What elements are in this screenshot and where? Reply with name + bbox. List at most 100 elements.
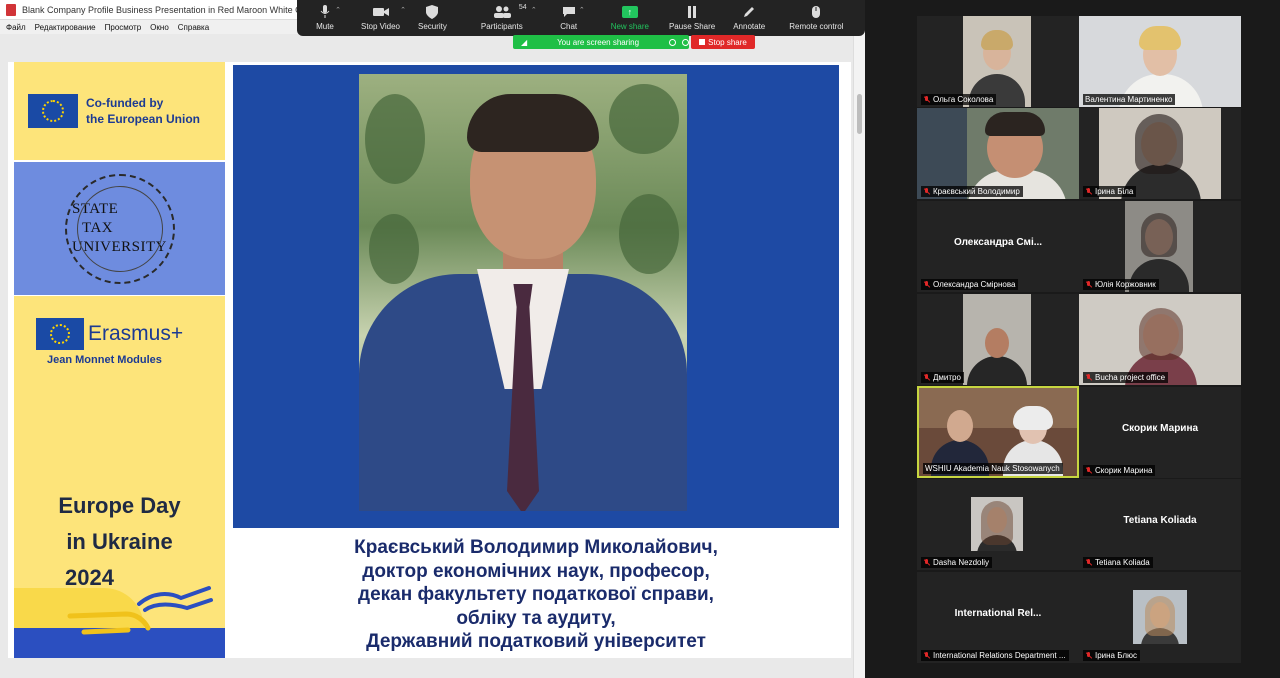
participant-name: Ольга Соколова bbox=[921, 94, 997, 105]
participant-name: Краєвський Володимир bbox=[921, 186, 1023, 197]
chat-bubble-icon bbox=[559, 4, 579, 20]
participant-name: Ірина Блюс bbox=[1083, 650, 1141, 661]
participant-video bbox=[1133, 590, 1187, 644]
pdf-doc-icon bbox=[6, 3, 16, 16]
mic-off-icon bbox=[1085, 651, 1092, 660]
participant-video bbox=[971, 497, 1023, 551]
pause-share-button[interactable]: Pause Share bbox=[669, 4, 715, 31]
mic-off-icon bbox=[1085, 280, 1092, 289]
mic-off-icon bbox=[1085, 373, 1092, 382]
university-block: STATE TAX UNIVERSITY bbox=[14, 162, 225, 295]
participant-tile[interactable]: Дмитро bbox=[917, 294, 1079, 385]
participant-tile[interactable]: Ірина Блюс bbox=[1079, 572, 1241, 663]
university-seal-logo: STATE TAX UNIVERSITY bbox=[64, 173, 175, 284]
menu-window[interactable]: Окно bbox=[150, 23, 169, 32]
cofund-text: Co-funded by the European Union bbox=[86, 96, 200, 126]
app-menubar: Файл Редактирование Просмотр Окно Справк… bbox=[0, 20, 300, 34]
participant-tile[interactable]: Bucha project office bbox=[1079, 294, 1241, 385]
eu-cofund-block: Co-funded by the European Union bbox=[14, 62, 225, 160]
participant-tile[interactable]: Dasha Nezdoliy bbox=[917, 479, 1079, 570]
participant-name: Скорик Марина bbox=[1083, 465, 1156, 476]
pause-circle-icon[interactable] bbox=[669, 38, 676, 46]
eu-flag-icon bbox=[36, 318, 84, 350]
participants-icon bbox=[492, 4, 512, 20]
video-camera-icon bbox=[371, 4, 391, 20]
menu-view[interactable]: Просмотр bbox=[105, 23, 142, 32]
participant-gallery: Ольга Соколова Валентина Мартиненко Крає… bbox=[865, 0, 1280, 678]
participant-name: Tetiana Koliada bbox=[1083, 557, 1153, 568]
microphone-icon bbox=[315, 4, 335, 20]
participant-name: Bucha project office bbox=[1083, 372, 1169, 383]
stop-share-button[interactable]: Stop share bbox=[691, 35, 755, 49]
participant-center-name: Скорик Марина bbox=[1121, 423, 1199, 434]
participant-name: Юлія Коржовник bbox=[1083, 279, 1159, 290]
mute-button[interactable]: Mute ⌃ bbox=[315, 4, 341, 31]
participants-button[interactable]: Participants 54 ⌃ bbox=[481, 4, 537, 31]
speaker-photo-panel bbox=[233, 65, 839, 528]
erasmus-label: Erasmus+ bbox=[88, 322, 184, 345]
participant-tile[interactable]: Ірина Біла bbox=[1079, 108, 1241, 199]
participant-tile[interactable]: International Rel... International Relat… bbox=[917, 572, 1079, 663]
scrollbar-thumb[interactable] bbox=[857, 94, 862, 134]
mic-off-icon bbox=[923, 95, 930, 104]
mouse-icon bbox=[806, 4, 826, 20]
mic-off-icon bbox=[923, 651, 930, 660]
erasmus-block: Erasmus+ Jean Monnet Modules bbox=[14, 296, 225, 488]
yellow-hand-icon bbox=[67, 611, 151, 635]
annotate-button[interactable]: Annotate bbox=[733, 4, 765, 31]
participant-name: Валентина Мартиненко bbox=[1083, 94, 1176, 105]
mic-off-icon bbox=[923, 558, 930, 567]
screen-sharing-banner: ◢ You are screen sharing bbox=[513, 35, 689, 49]
chevron-up-icon[interactable]: ⌃ bbox=[400, 6, 406, 14]
menu-file[interactable]: Файл bbox=[6, 23, 26, 32]
remote-control-button[interactable]: Remote control bbox=[789, 4, 844, 31]
menu-help[interactable]: Справка bbox=[178, 23, 209, 32]
pause-icon bbox=[682, 4, 702, 20]
meeting-toolbar: Mute ⌃ Stop Video ⌃ Security Participant… bbox=[297, 0, 865, 36]
europe-day-block: Europe Day in Ukraine 2024 bbox=[14, 488, 225, 658]
participant-tile[interactable]: Скорик Марина Скорик Марина bbox=[1079, 387, 1241, 478]
participant-center-name: Tetiana Koliada bbox=[1123, 515, 1197, 526]
pencil-icon bbox=[739, 4, 759, 20]
new-share-button[interactable]: ↑ New share bbox=[611, 4, 649, 31]
participant-tile[interactable]: Юлія Коржовник bbox=[1079, 201, 1241, 292]
participant-name: Ірина Біла bbox=[1083, 186, 1137, 197]
mic-off-icon bbox=[923, 373, 930, 382]
chevron-up-icon[interactable]: ⌃ bbox=[531, 6, 537, 14]
participant-tile[interactable]: Краєвський Володимир bbox=[917, 108, 1079, 199]
stop-video-button[interactable]: Stop Video ⌃ bbox=[361, 4, 406, 31]
participant-video bbox=[963, 294, 1031, 385]
security-button[interactable]: Security bbox=[418, 4, 447, 31]
participant-tile-active[interactable]: WSHIU Akademia Nauk Stosowanych bbox=[917, 386, 1079, 478]
wifi-icon: ◢ bbox=[521, 37, 528, 47]
participant-name: Дмитро bbox=[921, 372, 964, 383]
participant-center-name: International Rel... bbox=[954, 608, 1042, 619]
mic-off-icon bbox=[1085, 558, 1092, 567]
participant-tile[interactable]: Валентина Мартиненко bbox=[1079, 16, 1241, 107]
participant-tile[interactable]: Олександра Смі... Олександра Смірнова bbox=[917, 201, 1079, 292]
mic-off-icon bbox=[1085, 187, 1092, 196]
participant-name: International Relations Department ... bbox=[921, 650, 1069, 661]
participants-count: 54 bbox=[518, 4, 527, 11]
window-title: Blank Company Profile Business Presentat… bbox=[22, 4, 300, 15]
speaker-photo bbox=[359, 74, 687, 511]
speaker-caption: Краєвський Володимир Миколайович, доктор… bbox=[354, 537, 718, 652]
jean-monnet-label: Jean Monnet Modules bbox=[47, 354, 162, 366]
shield-icon bbox=[422, 4, 442, 20]
shield-small-icon bbox=[682, 38, 689, 46]
participant-tile[interactable]: Tetiana Koliada Tetiana Koliada bbox=[1079, 479, 1241, 570]
mic-off-icon bbox=[923, 280, 930, 289]
participant-name: Олександра Смірнова bbox=[921, 279, 1019, 290]
menu-edit[interactable]: Редактирование bbox=[35, 23, 96, 32]
participant-tile[interactable]: Ольга Соколова bbox=[917, 16, 1079, 107]
mic-off-icon bbox=[1085, 466, 1092, 475]
chevron-up-icon[interactable]: ⌃ bbox=[579, 6, 585, 14]
stop-square-icon bbox=[699, 39, 706, 45]
chat-button[interactable]: Chat ⌃ bbox=[559, 4, 585, 31]
app-titlebar: Blank Company Profile Business Presentat… bbox=[0, 0, 300, 20]
vertical-scrollbar[interactable] bbox=[853, 34, 865, 678]
participant-center-name: Олександра Смі... bbox=[953, 237, 1043, 248]
chevron-up-icon[interactable]: ⌃ bbox=[335, 6, 341, 14]
mic-off-icon bbox=[923, 187, 930, 196]
participant-name: Dasha Nezdoliy bbox=[921, 557, 993, 568]
